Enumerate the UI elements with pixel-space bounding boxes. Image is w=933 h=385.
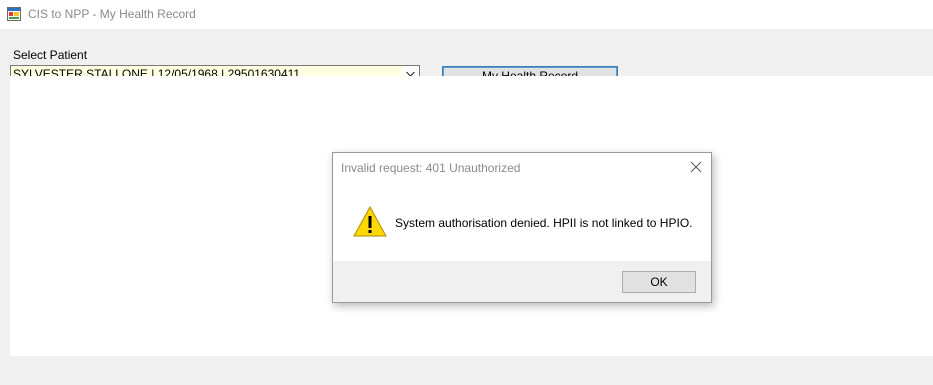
app-window: CIS to NPP - My Health Record Select Pat… bbox=[0, 0, 933, 385]
ok-button[interactable]: OK bbox=[622, 271, 696, 293]
warning-icon bbox=[353, 205, 387, 238]
dialog-message: System authorisation denied. HPII is not… bbox=[395, 216, 693, 230]
select-patient-label: Select Patient bbox=[13, 48, 88, 62]
app-window-icon bbox=[7, 7, 21, 21]
error-dialog: Invalid request: 401 Unauthorized System… bbox=[332, 152, 712, 303]
window-title: CIS to NPP - My Health Record bbox=[28, 7, 196, 21]
title-bar: CIS to NPP - My Health Record bbox=[0, 0, 933, 29]
close-icon[interactable] bbox=[689, 160, 703, 174]
dialog-footer: OK bbox=[333, 261, 711, 302]
dialog-title: Invalid request: 401 Unauthorized bbox=[341, 161, 521, 175]
